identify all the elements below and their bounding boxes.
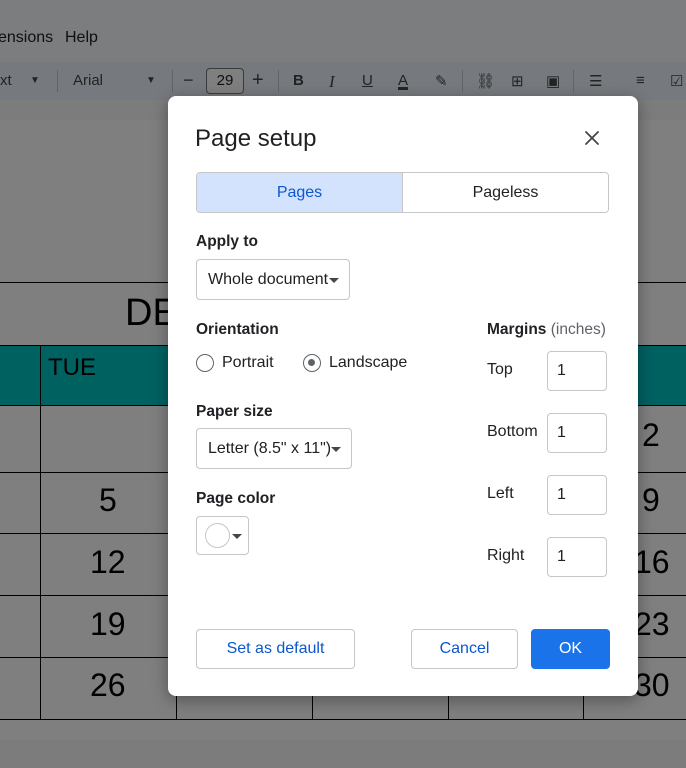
margins-unit: (inches) (550, 321, 606, 338)
page-mode-toggle: Pages Pageless (196, 172, 609, 213)
ok-button[interactable]: OK (531, 629, 610, 669)
tab-pageless[interactable]: Pageless (402, 173, 608, 212)
margin-bottom-input[interactable] (547, 413, 607, 453)
chevron-down-icon (232, 534, 242, 539)
dialog-title: Page setup (195, 125, 317, 152)
orientation-portrait[interactable]: Portrait (196, 354, 274, 372)
page-setup-dialog: Page setup Pages Pageless Apply to Whole… (168, 96, 638, 696)
apply-to-value: Whole document (208, 270, 329, 288)
margin-top-input[interactable] (547, 351, 607, 391)
radio-checked-icon (303, 354, 321, 372)
portrait-label: Portrait (222, 354, 274, 371)
orientation-label: Orientation (196, 321, 279, 338)
paper-size-label: Paper size (196, 403, 273, 420)
margins-label: Margins (inches) (487, 321, 606, 339)
margin-right-input[interactable] (547, 537, 607, 577)
margin-top-label: Top (487, 361, 513, 378)
margin-left-label: Left (487, 485, 514, 502)
chevron-down-icon (331, 447, 341, 452)
margin-left-input[interactable] (547, 475, 607, 515)
radio-icon (196, 354, 214, 372)
orientation-landscape[interactable]: Landscape (303, 354, 407, 372)
tab-pages[interactable]: Pages (197, 173, 402, 212)
landscape-label: Landscape (329, 354, 408, 371)
page-color-label: Page color (196, 490, 276, 507)
paper-size-value: Letter (8.5" x 11") (208, 439, 332, 457)
page-color-picker[interactable] (196, 516, 249, 555)
margins-title: Margins (487, 321, 547, 338)
chevron-down-icon (329, 278, 339, 283)
margin-right-label: Right (487, 547, 525, 564)
color-swatch (205, 523, 230, 548)
set-as-default-button[interactable]: Set as default (196, 629, 355, 669)
paper-size-dropdown[interactable]: Letter (8.5" x 11") (196, 428, 352, 469)
close-icon (585, 131, 599, 145)
close-button[interactable] (578, 124, 606, 152)
apply-to-dropdown[interactable]: Whole document (196, 259, 350, 300)
apply-to-label: Apply to (196, 233, 258, 250)
cancel-button[interactable]: Cancel (411, 629, 518, 669)
margin-bottom-label: Bottom (487, 423, 538, 440)
